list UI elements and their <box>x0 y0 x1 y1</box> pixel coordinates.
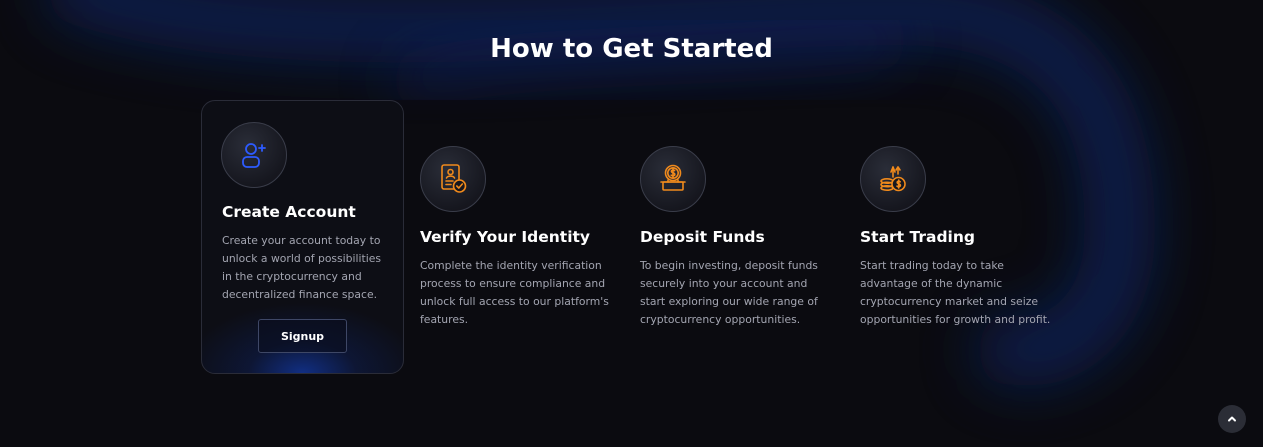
step-title: Verify Your Identity <box>420 228 591 246</box>
user-plus-icon <box>221 122 287 188</box>
chevron-up-icon <box>1228 416 1236 422</box>
step-description: Complete the identity verification proce… <box>420 259 609 326</box>
scroll-to-top-button[interactable] <box>1218 405 1246 433</box>
coins-growth-icon <box>860 146 926 212</box>
step-title: Start Trading <box>860 228 975 246</box>
step-description: Create your account today to unlock a wo… <box>222 234 382 301</box>
background-glow <box>46 0 1156 387</box>
step-title: Deposit Funds <box>640 228 765 246</box>
id-verified-icon <box>420 146 486 212</box>
step-description: Start trading today to take advantage of… <box>860 259 1051 326</box>
step-card-create-account: Create Account Create your account today… <box>201 100 404 374</box>
coin-deposit-icon <box>640 146 706 212</box>
signup-button[interactable]: Signup <box>258 319 347 353</box>
step-title: Create Account <box>222 203 356 221</box>
step-description: To begin investing, deposit funds secure… <box>640 259 818 326</box>
section-title: How to Get Started <box>490 34 773 64</box>
